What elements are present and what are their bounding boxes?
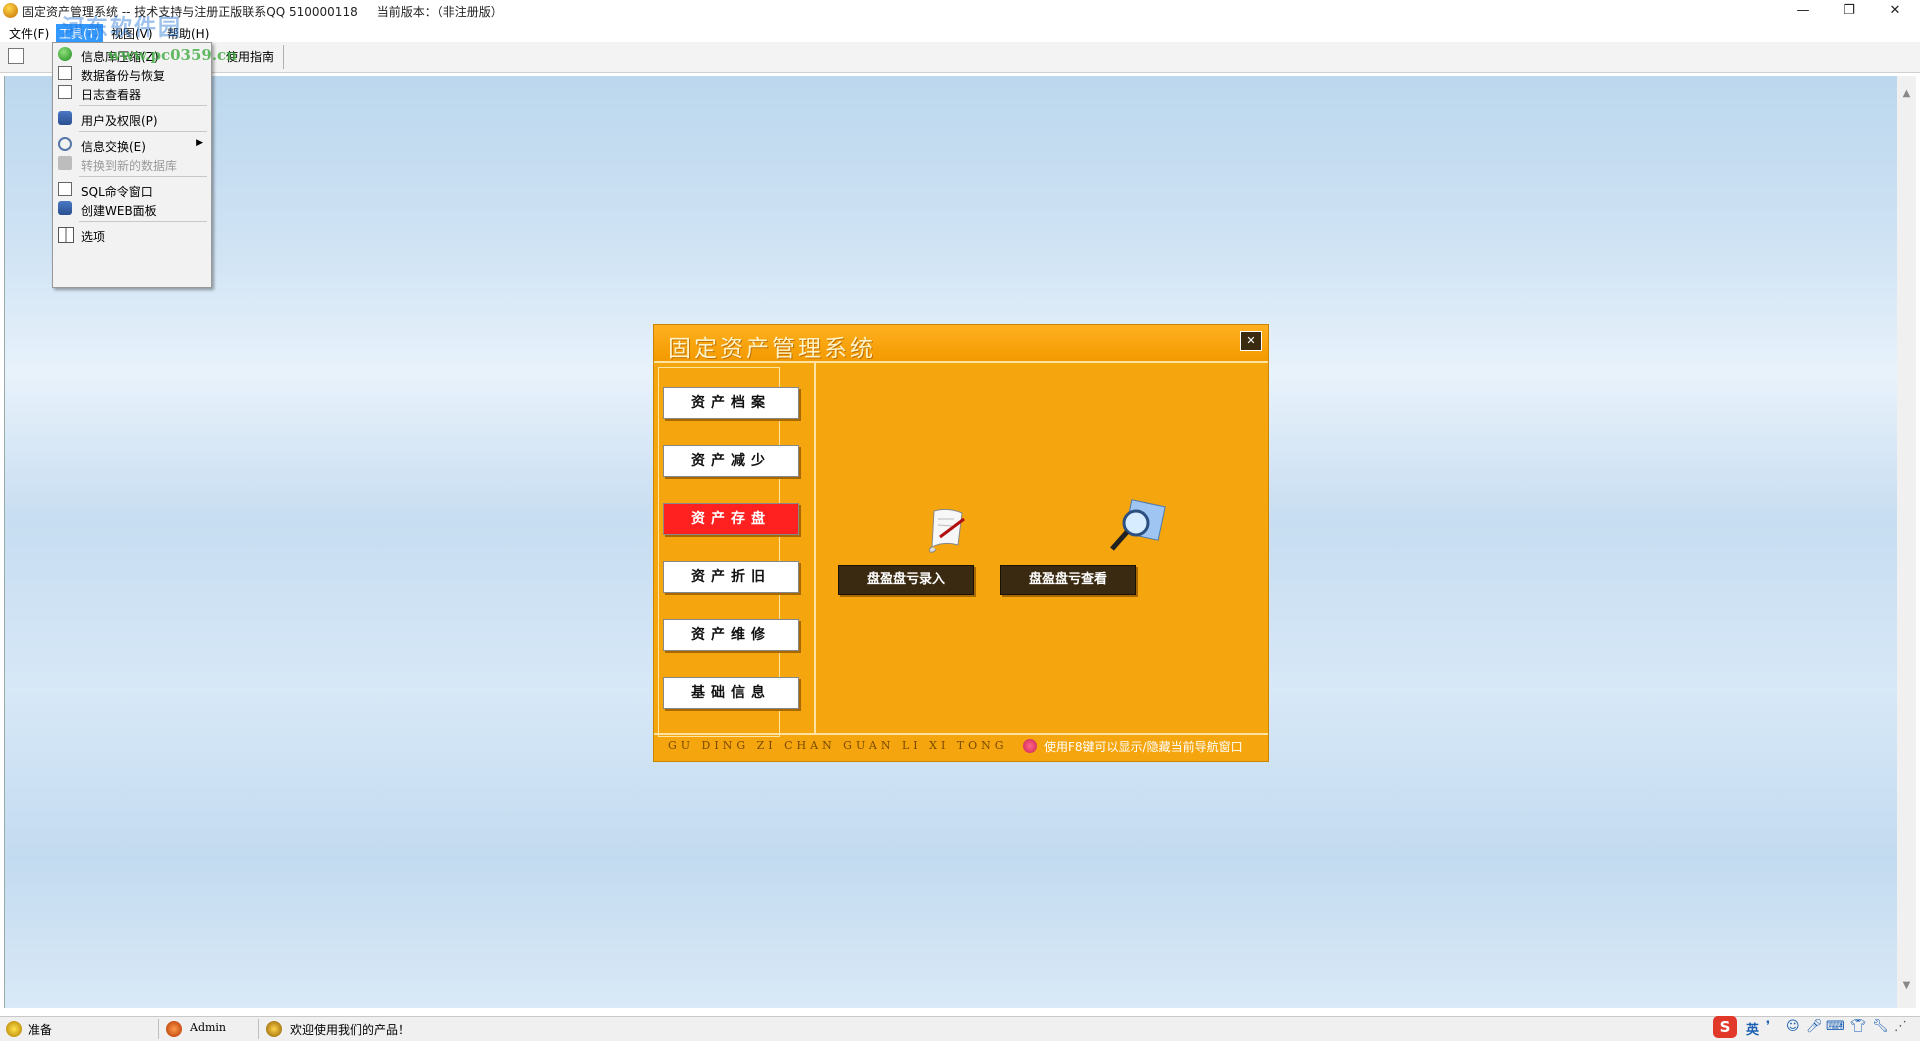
menu-item-web-panel[interactable]: 创建WEB面板 <box>53 199 211 219</box>
options-icon <box>58 227 74 243</box>
menu-item-convert-db: 转换到新的数据库 <box>53 154 211 174</box>
status-separator <box>158 1019 159 1039</box>
database-compress-icon <box>58 47 72 61</box>
submenu-arrow-icon: ▶ <box>196 138 203 148</box>
nav-asset-repair-button[interactable]: 资产维修 <box>663 619 799 651</box>
ready-icon <box>6 1021 22 1037</box>
backup-icon <box>58 66 72 80</box>
menu-item-label: 创建WEB面板 <box>81 204 157 218</box>
menu-separator <box>79 131 207 132</box>
app-icon <box>3 3 18 18</box>
toolbar: 使用指南 <box>0 42 1920 73</box>
inventory-view-button[interactable]: 盘盈盘亏查看 <box>1000 565 1136 595</box>
scroll-document-icon[interactable] <box>924 505 972 555</box>
magnifier-view-icon[interactable] <box>1106 499 1166 555</box>
watermark-url: www.pc0359.cn <box>108 46 238 64</box>
menu-separator <box>79 221 207 222</box>
hint-icon <box>1023 739 1037 753</box>
status-bar: 准备 Admin 欢迎使用我们的产品！ 英 ❜ ☺ 🎤︎ ⌨ 👕︎ 🔧︎ ⋰ <box>0 1016 1920 1041</box>
watermark-text: 河东软件园 <box>62 16 183 41</box>
exchange-icon <box>58 137 72 151</box>
navigation-close-button[interactable]: ✕ <box>1240 331 1262 351</box>
user-icon <box>166 1021 182 1037</box>
nav-asset-inventory-button[interactable]: 资产存盘 <box>663 503 799 535</box>
menu-item-label: 转换到新的数据库 <box>81 159 178 173</box>
nav-asset-depreciation-button[interactable]: 资产折旧 <box>663 561 799 593</box>
users-icon <box>58 111 72 125</box>
resize-grip-icon[interactable]: ⋰ <box>1894 1019 1907 1039</box>
menu-item-users-permissions[interactable]: 用户及权限(P) <box>53 109 211 129</box>
minimize-button[interactable]: — <box>1780 0 1826 22</box>
status-separator <box>258 1019 259 1039</box>
ime-language-indicator[interactable]: 英 <box>1746 1019 1759 1039</box>
scroll-up-icon[interactable]: ▲ <box>1897 88 1916 99</box>
navigation-window: 固定资产管理系统 ✕ 资产档案 资产减少 资产存盘 资产折旧 资产维修 基础信息… <box>653 324 1269 762</box>
menu-separator <box>79 176 207 177</box>
skin-icon[interactable]: 👕︎ <box>1850 1019 1867 1039</box>
web-panel-icon <box>58 201 72 215</box>
log-viewer-icon <box>58 85 72 99</box>
nav-basic-info-button[interactable]: 基础信息 <box>663 677 799 709</box>
navigation-title: 固定资产管理系统 <box>668 336 876 362</box>
emoji-icon[interactable]: ☺ <box>1786 1019 1800 1039</box>
status-welcome: 欢迎使用我们的产品！ <box>290 1023 411 1037</box>
navigation-header: 固定资产管理系统 ✕ <box>654 325 1268 363</box>
menu-item-label: 日志查看器 <box>81 88 142 102</box>
welcome-icon <box>266 1021 282 1037</box>
menu-item-log-viewer[interactable]: 日志查看器 <box>53 83 211 103</box>
settings-wrench-icon[interactable]: 🔧︎ <box>1872 1019 1889 1039</box>
ime-punct-icon[interactable]: ❜ <box>1766 1019 1770 1039</box>
menu-item-label: 用户及权限(P) <box>81 114 158 128</box>
menu-separator <box>79 105 207 106</box>
microphone-icon[interactable]: 🎤︎ <box>1806 1019 1823 1039</box>
pinyin-footer: GU DING ZI CHAN GUAN LI XI TONG <box>668 739 1008 752</box>
navigation-divider <box>814 363 816 733</box>
keyboard-icon[interactable]: ⌨ <box>1826 1019 1845 1039</box>
navigation-footer-line <box>654 733 1268 735</box>
menu-item-label: 信息交换(E) <box>81 140 146 154</box>
inventory-entry-button[interactable]: 盘盈盘亏录入 <box>838 565 974 595</box>
nav-asset-archive-button[interactable]: 资产档案 <box>663 387 799 419</box>
status-ready: 准备 <box>28 1023 53 1037</box>
nav-asset-reduce-button[interactable]: 资产减少 <box>663 445 799 477</box>
f8-hint: 使用F8键可以显示/隐藏当前导航窗口 <box>1044 740 1243 754</box>
vertical-scrollbar[interactable]: ▲ ▼ <box>1897 76 1916 1008</box>
toolbar-separator <box>283 45 284 69</box>
scroll-down-icon[interactable]: ▼ <box>1897 980 1916 991</box>
menu-item-sql-window[interactable]: SQL命令窗口 <box>53 180 211 200</box>
menu-bar: 文件(F) 工具(T) 视图(V) 帮助(H) <box>0 22 1920 43</box>
menu-item-options[interactable]: 选项 <box>53 225 211 245</box>
sql-window-icon <box>58 182 72 196</box>
menu-item-exchange[interactable]: 信息交换(E) ▶ <box>53 135 211 155</box>
menu-item-label: 数据备份与恢复 <box>81 69 166 83</box>
title-bar: 固定资产管理系统 -- 技术支持与注册正版联系QQ 510000118 当前版本… <box>0 0 1920 22</box>
sogou-ime-icon[interactable]: S <box>1713 1016 1737 1038</box>
maximize-button[interactable]: ❐ <box>1826 0 1872 22</box>
menu-item-label: 选项 <box>81 230 106 244</box>
close-button[interactable]: ✕ <box>1872 0 1918 22</box>
convert-db-icon <box>58 156 72 170</box>
toolbar-new-icon[interactable] <box>8 48 24 64</box>
menu-file[interactable]: 文件(F) <box>6 24 52 43</box>
menu-item-label: SQL命令窗口 <box>81 185 153 199</box>
tools-dropdown-menu: 信息库压缩(Z) 数据备份与恢复 日志查看器 用户及权限(P) 信息交换(E) … <box>52 42 212 288</box>
menu-item-backup[interactable]: 数据备份与恢复 <box>53 64 211 84</box>
status-user: Admin <box>190 1021 227 1034</box>
